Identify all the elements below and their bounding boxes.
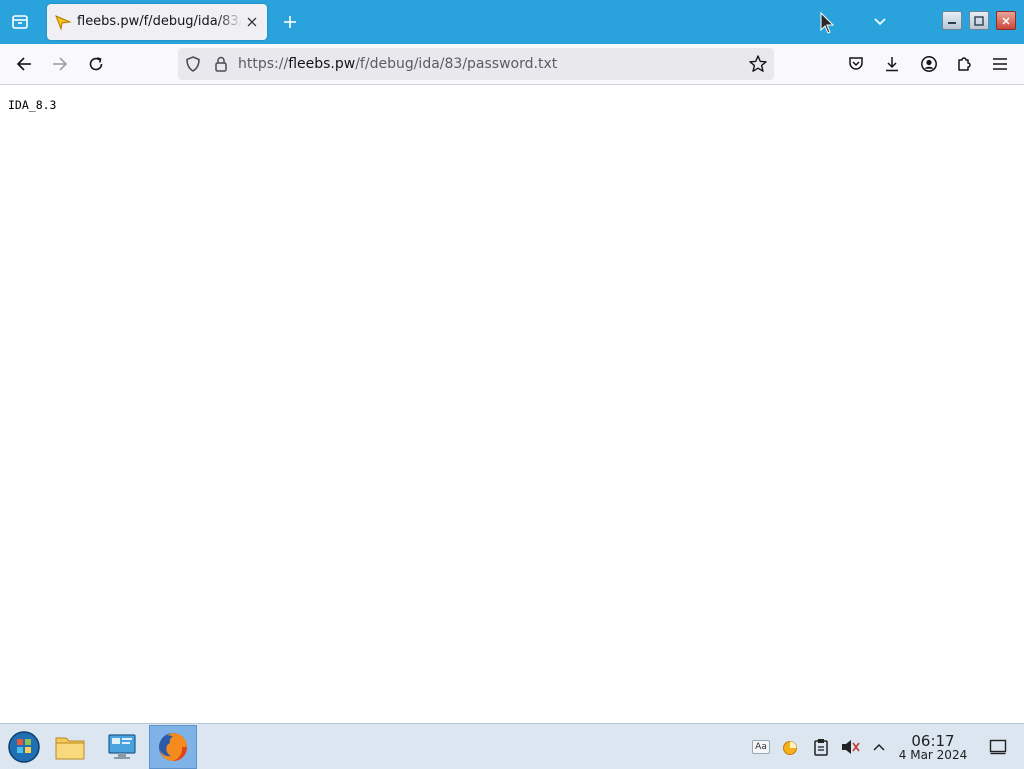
taskbar: Aa 06:17 4 Mar 2024	[0, 723, 1024, 769]
site-favicon-icon	[55, 15, 71, 30]
reload-button[interactable]	[81, 50, 111, 78]
firefox-view-button[interactable]	[6, 8, 34, 36]
tracking-protection-shield-icon[interactable]	[184, 55, 202, 73]
url-text[interactable]: https://fleebs.pw/f/debug/ida/83/passwor…	[238, 56, 557, 72]
app-menu-button[interactable]	[986, 50, 1014, 78]
chevron-up-icon	[873, 743, 885, 751]
tray-clipboard[interactable]	[811, 737, 831, 757]
clock-date[interactable]: 4 Mar 2024	[893, 748, 973, 762]
tab-title: fleebs.pw/f/debug/ida/83/password.txt	[77, 14, 242, 29]
close-window-icon	[1002, 16, 1010, 25]
downloads-button[interactable]	[878, 50, 906, 78]
show-desktop-button[interactable]	[988, 737, 1008, 757]
clipboard-icon	[814, 739, 828, 756]
mouse-cursor-icon	[820, 12, 834, 34]
taskbar-system-settings[interactable]	[98, 725, 146, 769]
firefox-view-icon	[12, 15, 28, 29]
extensions-button[interactable]	[950, 50, 978, 78]
chevron-down-icon	[874, 18, 886, 26]
tab-close-button[interactable]	[243, 13, 261, 31]
forward-button[interactable]	[45, 50, 75, 78]
keyboard-layout-label: Aa	[752, 740, 770, 754]
tab-active[interactable]: fleebs.pw/f/debug/ida/83/password.txt	[47, 4, 267, 40]
account-button[interactable]	[915, 50, 943, 78]
keyboard-layout-indicator[interactable]: Aa	[751, 737, 771, 757]
volume-muted-icon	[842, 740, 860, 754]
maximize-icon	[974, 15, 984, 26]
start-menu-button[interactable]	[0, 725, 48, 769]
taskbar-firefox[interactable]	[149, 725, 197, 769]
lock-icon[interactable]	[212, 55, 230, 73]
show-desktop-icon	[989, 739, 1007, 755]
reload-icon	[89, 57, 103, 71]
computer-monitor-icon	[108, 734, 136, 759]
url-prefix: https://	[238, 56, 289, 72]
tab-strip: fleebs.pw/f/debug/ida/83/password.txt	[0, 0, 1024, 44]
navigation-toolbar: https://fleebs.pw/f/debug/ida/83/passwor…	[0, 44, 1024, 85]
url-host: fleebs.pw	[288, 56, 356, 72]
close-window-button[interactable]	[996, 11, 1016, 30]
tray-expand-button[interactable]	[869, 737, 889, 757]
new-tab-button[interactable]	[276, 8, 304, 36]
bookmark-star-icon[interactable]	[748, 54, 768, 74]
close-icon	[247, 17, 257, 27]
back-button[interactable]	[9, 50, 39, 78]
folder-icon	[55, 737, 85, 760]
hamburger-menu-icon	[993, 58, 1007, 70]
weather-sun-icon	[783, 741, 797, 755]
pocket-icon	[849, 57, 863, 70]
plus-icon	[284, 16, 296, 28]
page-content: IDA_8.3	[0, 85, 1024, 723]
url-bar[interactable]: https://fleebs.pw/f/debug/ida/83/passwor…	[178, 48, 774, 80]
back-arrow-icon	[16, 57, 31, 71]
tray-volume[interactable]	[840, 737, 860, 757]
maximize-window-button[interactable]	[969, 11, 989, 30]
tray-updates[interactable]	[780, 737, 800, 757]
pocket-button[interactable]	[842, 50, 870, 78]
forward-arrow-icon	[53, 57, 68, 71]
list-all-tabs-button[interactable]	[866, 8, 894, 36]
taskbar-file-manager[interactable]	[46, 725, 94, 769]
plain-text-content: IDA_8.3	[8, 98, 57, 112]
firefox-icon	[159, 733, 187, 761]
minimize-icon	[948, 21, 956, 24]
account-icon	[921, 56, 937, 72]
start-orb-icon	[8, 731, 40, 763]
url-path: /f/debug/ida/83/password.txt	[355, 56, 558, 72]
puzzle-piece-icon	[958, 57, 971, 71]
download-icon	[886, 57, 898, 72]
minimize-window-button[interactable]	[942, 11, 962, 30]
